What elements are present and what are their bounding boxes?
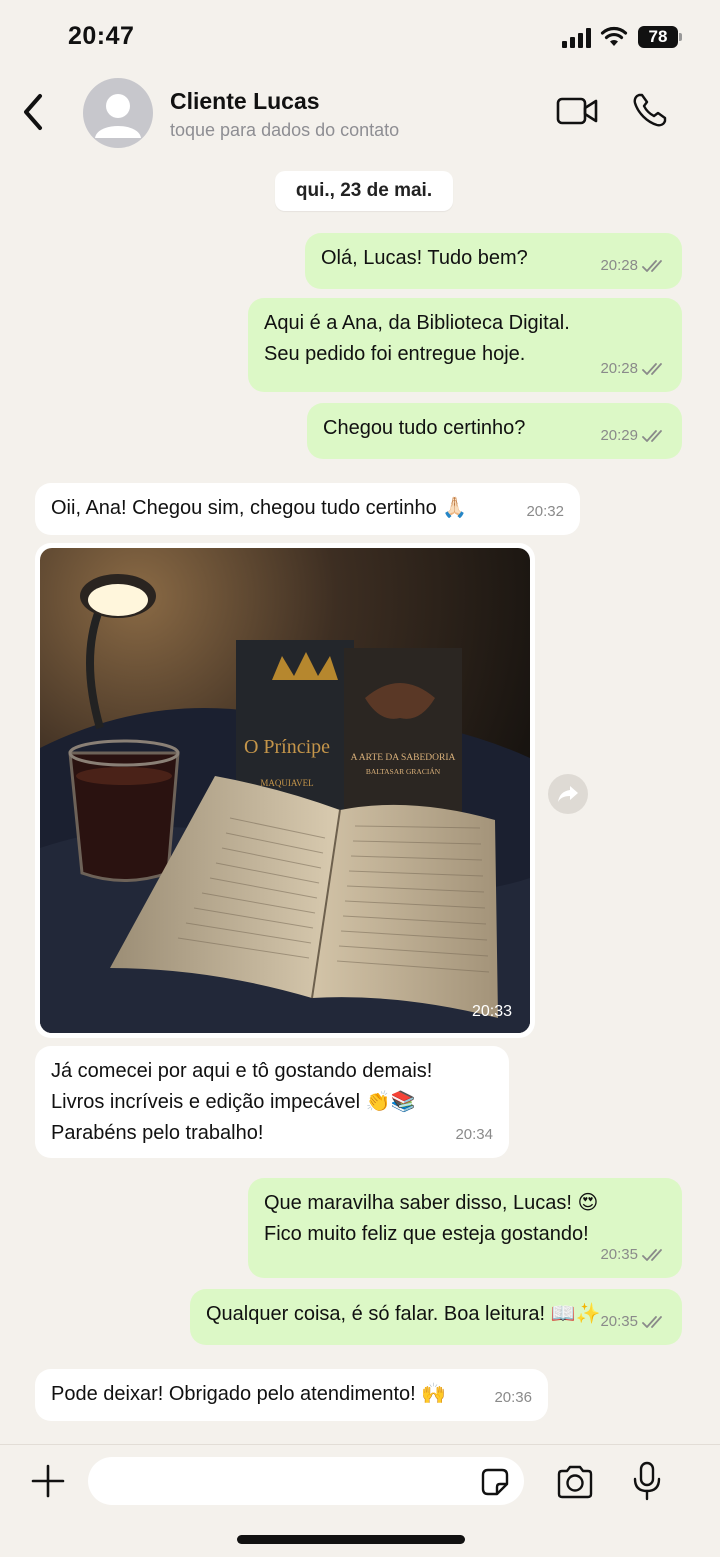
message-time: 20:29 — [600, 427, 638, 444]
message-composer — [0, 1444, 720, 1557]
book-author-text: BALTASAR GRACIÁN — [366, 766, 441, 776]
status-time: 20:47 — [68, 22, 135, 50]
incoming-message[interactable]: Já comecei por aqui e tô gostando demais… — [35, 1046, 509, 1158]
photo-books-on-bed[interactable]: O Príncipe MAQUIAVEL A ARTE DA SABEDORIA… — [40, 548, 530, 1033]
phone-call-icon[interactable] — [632, 92, 668, 128]
message-time: 20:35 — [600, 1246, 638, 1263]
message-meta: 20:29 — [600, 420, 666, 451]
microphone-icon[interactable] — [632, 1461, 662, 1501]
message-time: 20:28 — [600, 360, 638, 377]
read-ticks-icon — [642, 1315, 662, 1328]
message-meta: 20:28 — [600, 353, 666, 384]
message-input[interactable] — [88, 1457, 524, 1505]
outgoing-message[interactable]: Chegou tudo certinho? 20:29 — [307, 403, 682, 459]
date-separator: qui., 23 de mai. — [275, 171, 453, 211]
forward-button[interactable] — [548, 774, 588, 814]
message-meta: 20:35 — [600, 1306, 666, 1337]
message-text: Pode deixar! Obrigado pelo atendimento! … — [51, 1383, 447, 1405]
outgoing-message[interactable]: Qualquer coisa, é só falar. Boa leitura!… — [190, 1289, 682, 1345]
book-title-text: O Príncipe — [244, 736, 330, 758]
plus-icon[interactable] — [30, 1463, 66, 1499]
message-text: Oii, Ana! Chegou sim, chegou tudo certin… — [51, 497, 468, 519]
contact-name[interactable]: Cliente Lucas — [170, 88, 320, 115]
message-time: 20:33 — [471, 1003, 512, 1020]
sticker-icon[interactable] — [480, 1467, 510, 1497]
message-text: Qualquer coisa, é só falar. Boa leitura!… — [206, 1303, 601, 1325]
status-bar: 20:47 78 — [0, 0, 720, 70]
outgoing-message[interactable]: Olá, Lucas! Tudo bem? 20:28 — [305, 233, 682, 289]
message-meta: 20:28 — [600, 250, 666, 281]
message-time: 20:35 — [600, 1313, 638, 1330]
message-time: 20:34 — [455, 1126, 493, 1143]
chat-header: Cliente Lucas toque para dados do contat… — [0, 70, 720, 160]
home-indicator — [237, 1535, 465, 1544]
message-text: Já comecei por aqui e tô gostando demais… — [51, 1060, 433, 1144]
message-time: 20:32 — [526, 503, 564, 520]
signal-icon — [562, 28, 591, 48]
battery-indicator: 78 — [638, 26, 682, 48]
incoming-message[interactable]: Oii, Ana! Chegou sim, chegou tudo certin… — [35, 483, 580, 535]
message-meta: 20:34 — [455, 1119, 493, 1150]
message-time: 20:36 — [494, 1389, 532, 1406]
books-photo-illustration: O Príncipe MAQUIAVEL A ARTE DA SABEDORIA… — [40, 548, 530, 1033]
message-meta: 20:32 — [526, 496, 564, 527]
camera-icon[interactable] — [555, 1465, 595, 1499]
read-ticks-icon — [642, 362, 662, 375]
contact-subtitle[interactable]: toque para dados do contato — [170, 120, 399, 141]
read-ticks-icon — [642, 259, 662, 272]
message-meta: 20:35 — [600, 1239, 666, 1270]
forward-arrow-icon — [558, 786, 578, 802]
video-call-icon[interactable] — [556, 96, 598, 126]
message-time: 20:28 — [600, 257, 638, 274]
read-ticks-icon — [642, 429, 662, 442]
book-title-text: A ARTE DA SABEDORIA — [351, 753, 456, 763]
incoming-photo-message[interactable]: O Príncipe MAQUIAVEL A ARTE DA SABEDORIA… — [35, 543, 535, 1038]
wifi-icon — [600, 26, 628, 46]
message-meta: 20:36 — [494, 1382, 532, 1413]
outgoing-message[interactable]: Que maravilha saber disso, Lucas! 😍 Fico… — [248, 1178, 682, 1278]
incoming-message[interactable]: Pode deixar! Obrigado pelo atendimento! … — [35, 1369, 548, 1421]
person-silhouette-icon — [95, 94, 141, 138]
read-ticks-icon — [642, 1248, 662, 1261]
outgoing-message[interactable]: Aqui é a Ana, da Biblioteca Digital. Seu… — [248, 298, 682, 392]
book-author-text: MAQUIAVEL — [260, 778, 313, 788]
back-chevron-icon[interactable] — [18, 92, 48, 132]
contact-avatar[interactable] — [83, 78, 153, 148]
